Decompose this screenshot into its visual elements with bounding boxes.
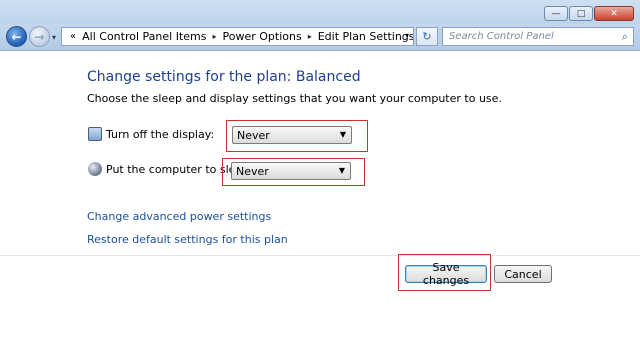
main-content: Change settings for the plan: Balanced C… bbox=[0, 51, 640, 355]
moon-icon bbox=[88, 162, 102, 176]
forward-button[interactable]: → bbox=[29, 26, 50, 47]
caption-buttons: — □ ✕ bbox=[544, 6, 634, 21]
refresh-button[interactable]: ↻ bbox=[416, 27, 438, 46]
search-icon[interactable]: ⌕ bbox=[622, 30, 628, 44]
save-changes-button[interactable]: Save changes bbox=[405, 261, 487, 287]
minimize-button[interactable]: — bbox=[544, 6, 568, 21]
chevron-down-icon: ▼ bbox=[339, 130, 346, 139]
page-description: Choose the sleep and display settings th… bbox=[87, 92, 502, 105]
cancel-button[interactable]: Cancel bbox=[494, 265, 552, 283]
address-overflow-icon[interactable]: « bbox=[70, 31, 76, 42]
display-timeout-label: Turn off the display: bbox=[106, 128, 215, 141]
display-timeout-select[interactable]: Never ▼ bbox=[232, 126, 352, 144]
page-title: Change settings for the plan: Balanced bbox=[87, 69, 361, 85]
breadcrumb-separator-icon[interactable]: ▸ bbox=[212, 32, 216, 41]
breadcrumb-edit-plan-settings[interactable]: Edit Plan Settings bbox=[318, 30, 413, 43]
breadcrumb-power-options[interactable]: Power Options bbox=[222, 30, 301, 43]
search-input[interactable] bbox=[449, 31, 609, 42]
advanced-power-settings-link[interactable]: Change advanced power settings bbox=[87, 210, 271, 223]
sleep-timeout-value: Never bbox=[236, 164, 269, 178]
address-dropdown-icon[interactable]: ▾ bbox=[405, 31, 409, 40]
maximize-button[interactable]: □ bbox=[569, 6, 593, 21]
back-button[interactable]: ← bbox=[6, 26, 27, 47]
title-bar: — □ ✕ bbox=[0, 0, 640, 24]
close-button[interactable]: ✕ bbox=[594, 6, 634, 21]
recent-pages-button[interactable]: ▾ bbox=[52, 33, 56, 42]
navigation-bar: ← → ▾ « All Control Panel Items ▸ Power … bbox=[0, 24, 640, 51]
display-icon bbox=[88, 127, 102, 141]
breadcrumb-separator-icon[interactable]: ▸ bbox=[308, 32, 312, 41]
display-timeout-value: Never bbox=[237, 128, 270, 142]
search-box[interactable]: ⌕ bbox=[442, 27, 634, 46]
chevron-down-icon: ▼ bbox=[338, 166, 345, 175]
restore-defaults-link[interactable]: Restore default settings for this plan bbox=[87, 233, 288, 246]
divider bbox=[0, 255, 640, 256]
breadcrumb-control-panel-items[interactable]: All Control Panel Items bbox=[82, 30, 206, 43]
address-bar[interactable]: « All Control Panel Items ▸ Power Option… bbox=[61, 27, 414, 46]
sleep-timeout-select[interactable]: Never ▼ bbox=[231, 162, 351, 180]
